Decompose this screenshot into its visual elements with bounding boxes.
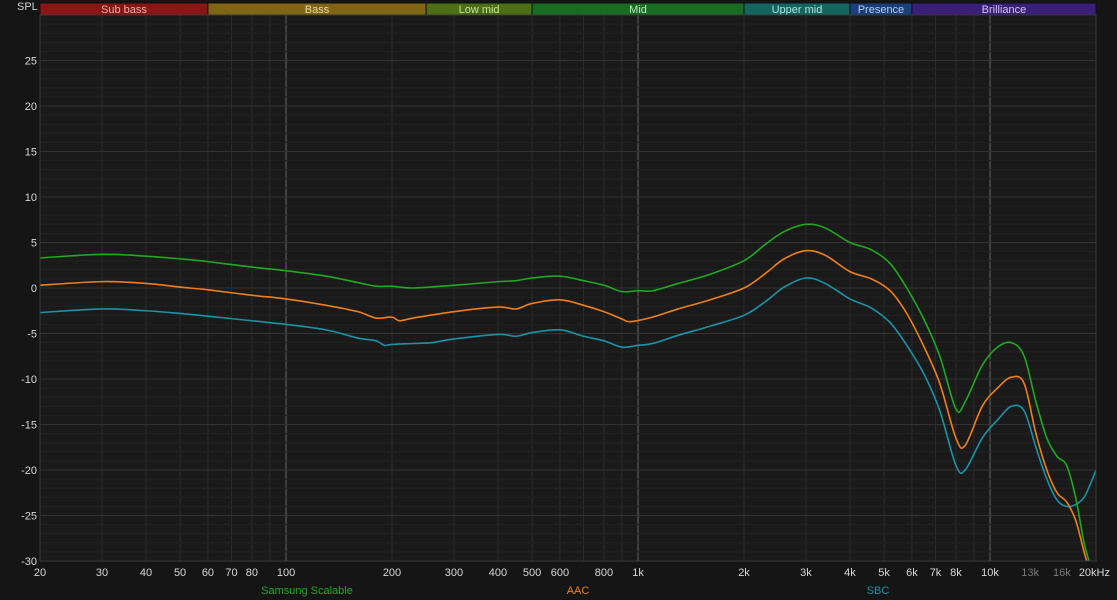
x-tick-label: 2k <box>738 567 750 579</box>
band-label: Mid <box>629 4 647 16</box>
legend-entry: SBC <box>867 585 890 597</box>
x-tick-label: 80 <box>246 567 258 579</box>
frequency-band-bar: Sub bass Bass Low mid Mid Upper mid Presence B… <box>39 2 1097 16</box>
band-label: Upper mid <box>772 4 823 16</box>
band-label: Bass <box>305 4 330 16</box>
band-label: Brilliance <box>982 4 1027 16</box>
x-tick-label: 600 <box>551 567 569 579</box>
x-tick-label: 16k <box>1053 567 1071 579</box>
x-tick-label: 20kHz <box>1079 567 1110 579</box>
y-tick-label: -25 <box>21 511 37 523</box>
y-tick-label: -20 <box>21 465 37 477</box>
y-tick-label: 20 <box>25 101 37 113</box>
y-tick-label: -10 <box>21 374 37 386</box>
x-tick-label: 5k <box>878 567 890 579</box>
x-tick-label: 1k <box>632 567 644 579</box>
y-tick-label: -5 <box>27 329 37 341</box>
x-tick-label: 100 <box>277 567 295 579</box>
x-tick-label: 30 <box>96 567 108 579</box>
x-tick-label: 40 <box>140 567 152 579</box>
band-label: Low mid <box>459 4 500 16</box>
x-tick-label: 800 <box>595 567 613 579</box>
x-tick-label: 400 <box>489 567 507 579</box>
y-tick-label: 10 <box>25 192 37 204</box>
x-tick-label: 50 <box>174 567 186 579</box>
y-tick-label: 0 <box>31 283 37 295</box>
x-tick-label: 13k <box>1021 567 1039 579</box>
y-axis-label: SPL <box>17 1 38 13</box>
legend-entry: Samsung Scalable <box>261 585 353 597</box>
x-tick-label: 20 <box>34 567 46 579</box>
legend-entry: AAC <box>567 585 590 597</box>
x-tick-label: 6k <box>906 567 918 579</box>
x-tick-label: 10k <box>981 567 999 579</box>
x-tick-label: 4k <box>844 567 856 579</box>
x-tick-label: 200 <box>383 567 401 579</box>
x-tick-label: 70 <box>225 567 237 579</box>
x-tick-label: 3k <box>800 567 812 579</box>
x-tick-label: 500 <box>523 567 541 579</box>
x-tick-label: 60 <box>202 567 214 579</box>
y-tick-label: 25 <box>25 56 37 68</box>
frequency-response-chart: Sub bass Bass Low mid Mid Upper mid Presence B… <box>0 0 1117 600</box>
x-tick-label: 300 <box>445 567 463 579</box>
y-tick-label: 5 <box>31 238 37 250</box>
band-label: Sub bass <box>101 4 147 16</box>
y-tick-label: 15 <box>25 147 37 159</box>
x-tick-label: 8k <box>950 567 962 579</box>
x-tick-label: 7k <box>930 567 942 579</box>
band-label: Presence <box>858 4 904 16</box>
grid <box>40 15 1096 561</box>
y-tick-label: -15 <box>21 420 37 432</box>
